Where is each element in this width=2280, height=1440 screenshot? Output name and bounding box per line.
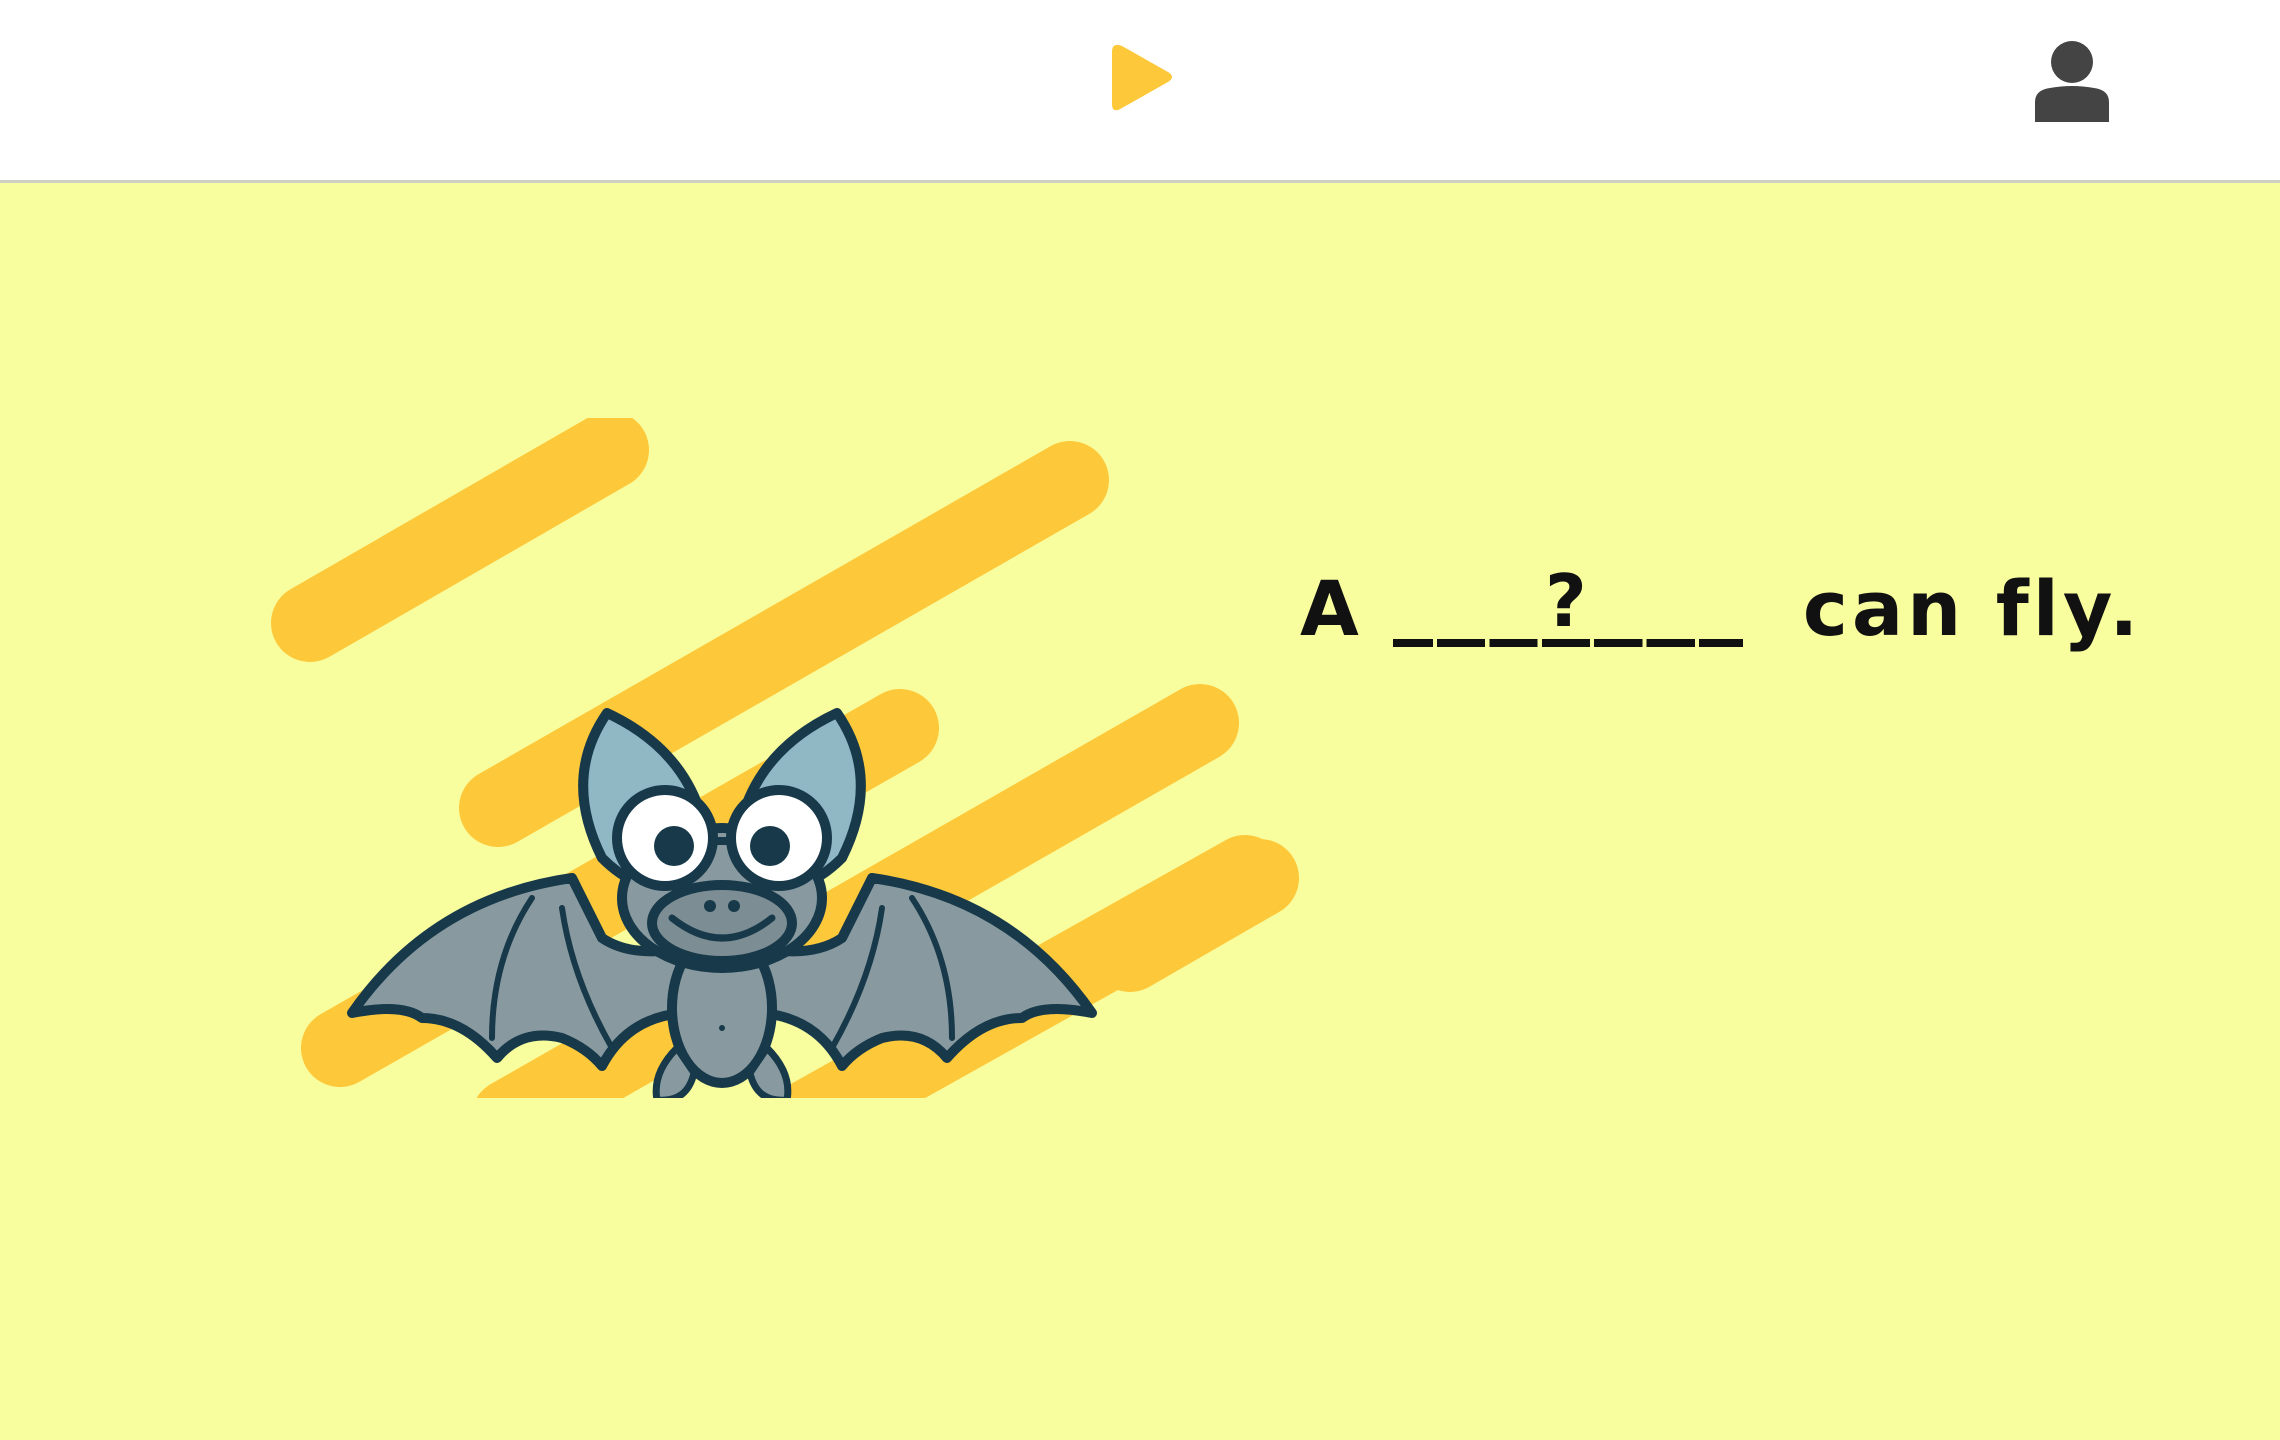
play-icon bbox=[1112, 44, 1172, 111]
bat-illustration bbox=[271, 418, 1299, 1098]
app: A ? can fly. bbox=[0, 0, 2280, 1440]
sentence-suffix: can fly. bbox=[1802, 564, 2143, 653]
user-profile-button[interactable] bbox=[2030, 40, 2114, 124]
user-icon bbox=[2035, 41, 2109, 122]
sentence-prefix: A bbox=[1300, 564, 1363, 653]
question-stage: A ? can fly. bbox=[0, 183, 2280, 1440]
fill-in-blank-sentence: A ? can fly. bbox=[1300, 513, 2142, 653]
play-button[interactable] bbox=[1100, 42, 1180, 122]
answer-blank[interactable]: ? bbox=[1392, 565, 1743, 653]
top-bar bbox=[0, 0, 2280, 183]
blank-underline bbox=[1392, 639, 1743, 647]
blank-question-mark: ? bbox=[1544, 559, 1591, 643]
